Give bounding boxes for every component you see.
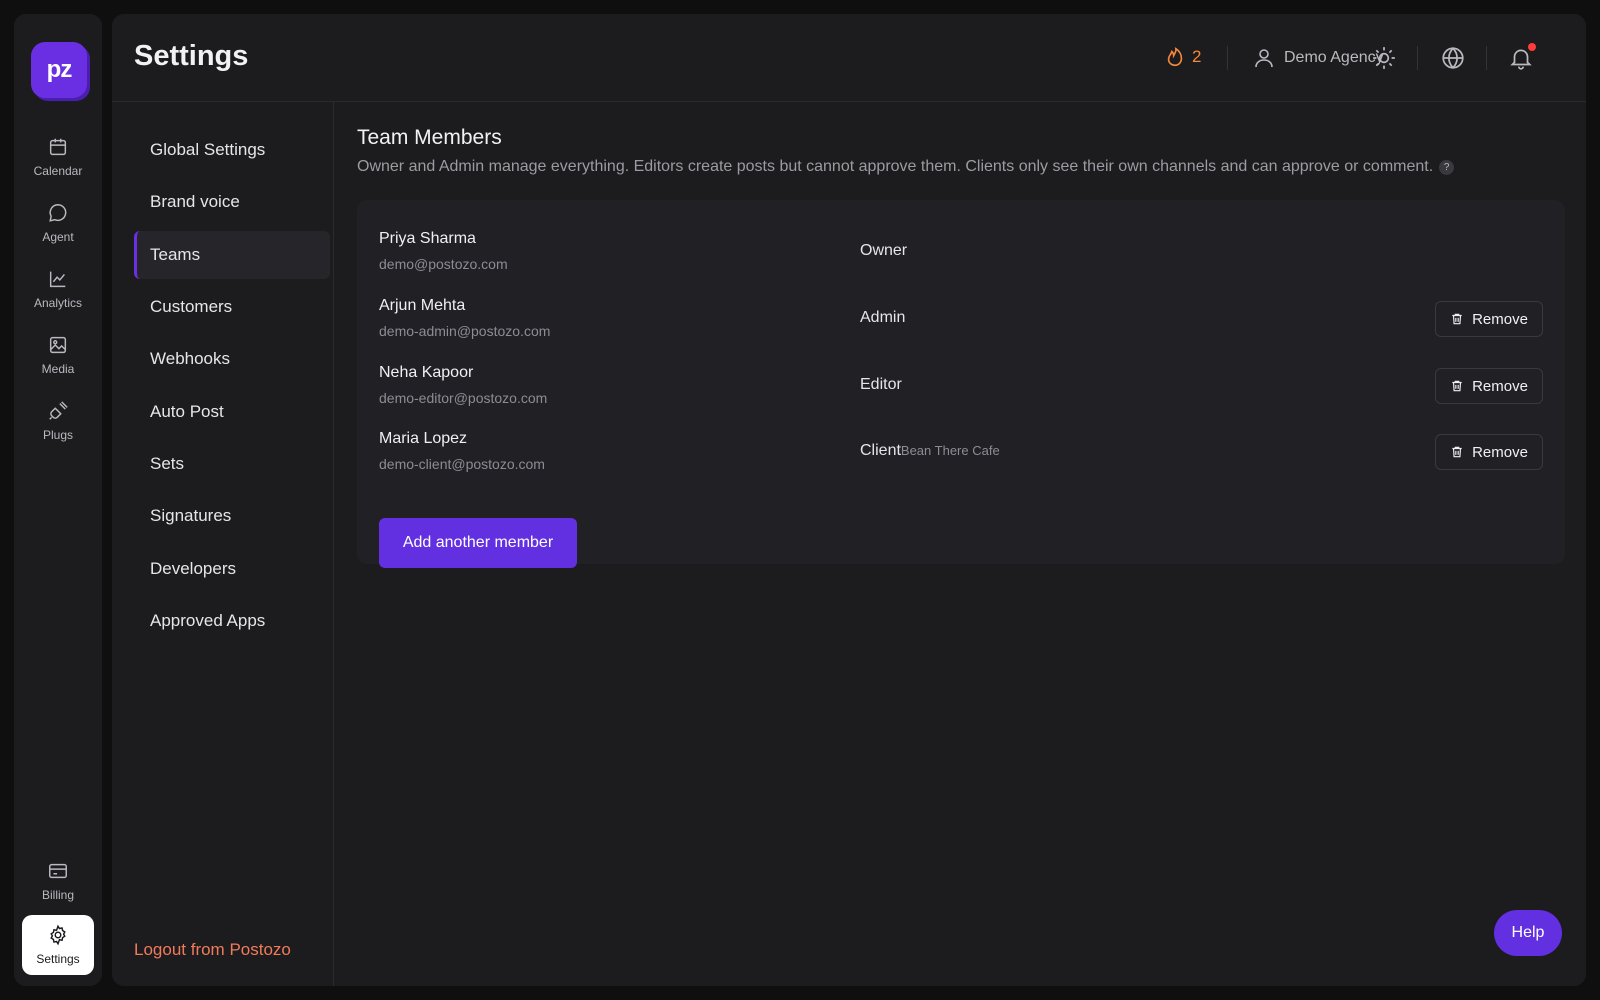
globe-icon <box>1442 46 1464 70</box>
member-role: ClientBean There Cafe <box>860 442 1000 460</box>
member-email: demo-editor@postozo.com <box>379 390 548 406</box>
member-role: Admin <box>860 309 905 327</box>
trash-icon <box>1452 446 1462 458</box>
settings-nav-customers[interactable]: Customers <box>134 283 330 331</box>
rail-label: Settings <box>36 952 80 966</box>
streak-counter[interactable]: 2 <box>1164 46 1201 68</box>
settings-nav-webhooks[interactable]: Webhooks <box>134 335 330 383</box>
member-row: Maria Lopez demo-client@postozo.com Clie… <box>379 430 1543 490</box>
gear-icon <box>50 924 66 946</box>
rail-item-analytics[interactable]: Analytics <box>22 260 94 318</box>
member-email: demo-admin@postozo.com <box>379 323 551 339</box>
settings-nav-sets[interactable]: Sets <box>134 440 330 488</box>
settings-nav-signatures[interactable]: Signatures <box>134 492 330 540</box>
account-name: Demo Agency <box>1284 49 1384 66</box>
calendar-icon <box>49 138 67 156</box>
app-logo[interactable]: pz <box>31 42 87 98</box>
rail-item-calendar[interactable]: Calendar <box>22 128 94 186</box>
settings-nav-global-settings[interactable]: Global Settings <box>134 126 330 174</box>
plug-icon <box>49 401 68 420</box>
logout-link[interactable]: Logout from Postozo <box>134 940 291 960</box>
chart-line-icon <box>49 271 66 288</box>
notification-dot <box>1528 43 1536 51</box>
remove-member-button[interactable]: Remove <box>1435 368 1543 404</box>
streak-count: 2 <box>1192 47 1202 66</box>
account-menu[interactable]: Demo Agency <box>1252 46 1384 70</box>
member-name: Priya Sharma <box>379 230 476 247</box>
client-name: Bean There Cafe <box>900 443 1000 458</box>
settings-nav: Global Settings Brand voice Teams Custom… <box>112 102 334 986</box>
member-email: demo-client@postozo.com <box>379 456 545 472</box>
role-label: Client <box>860 442 901 459</box>
help-tooltip-icon[interactable]: ? <box>1439 159 1455 175</box>
rail-label: Analytics <box>33 296 83 310</box>
sun-icon <box>1373 47 1395 69</box>
trash-icon <box>1452 380 1462 392</box>
divider <box>1227 46 1228 70</box>
settings-nav-teams[interactable]: Teams <box>134 231 330 279</box>
image-icon <box>49 336 67 354</box>
settings-nav-developers[interactable]: Developers <box>134 545 330 593</box>
member-name: Maria Lopez <box>379 430 468 447</box>
settings-nav-brand-voice[interactable]: Brand voice <box>134 178 330 226</box>
role-label: Owner <box>860 242 908 259</box>
divider <box>1417 46 1418 70</box>
add-member-button[interactable]: Add another member <box>379 518 577 568</box>
user-icon <box>1255 49 1273 68</box>
page-title: Settings <box>134 40 249 72</box>
member-row: Priya Sharma demo@postozo.com Owner <box>379 230 1543 290</box>
remove-label: Remove <box>1472 443 1528 461</box>
settings-nav-auto-post[interactable]: Auto Post <box>134 388 330 436</box>
help-button[interactable]: Help <box>1494 910 1562 956</box>
member-role: Owner <box>860 242 907 260</box>
member-name: Arjun Mehta <box>379 297 466 314</box>
description-text: Owner and Admin manage everything. Edito… <box>357 158 1434 175</box>
members-card: Priya Sharma demo@postozo.com Owner Arju… <box>357 200 1565 568</box>
rail-label: Calendar <box>33 164 83 178</box>
role-label: Admin <box>860 309 906 326</box>
divider <box>1486 46 1487 70</box>
flame-icon <box>1167 47 1183 67</box>
section-title: Team Members <box>357 126 502 149</box>
rail-label: Agent <box>42 230 74 244</box>
remove-member-button[interactable]: Remove <box>1435 434 1543 470</box>
role-label: Editor <box>860 376 902 393</box>
member-email: demo@postozo.com <box>379 256 508 272</box>
notifications-button[interactable] <box>1508 43 1536 71</box>
theme-toggle[interactable] <box>1371 45 1397 71</box>
remove-member-button[interactable]: Remove <box>1435 301 1543 337</box>
settings-nav-approved-apps[interactable]: Approved Apps <box>134 597 330 645</box>
rail-item-agent[interactable]: Agent <box>22 194 94 252</box>
member-row: Neha Kapoor demo-editor@postozo.com Edit… <box>379 364 1543 424</box>
rail-label: Media <box>41 362 75 376</box>
rail-label: Billing <box>41 888 74 902</box>
language-button[interactable] <box>1440 45 1466 71</box>
top-bar: Settings 2 Demo Agency <box>112 14 1586 102</box>
app-rail: pz Calendar Agent Analytics Media Plugs … <box>14 14 102 986</box>
member-row: Arjun Mehta demo-admin@postozo.com Admin… <box>379 297 1543 357</box>
trash-icon <box>1452 313 1462 325</box>
member-role: Editor <box>860 376 902 394</box>
remove-label: Remove <box>1472 377 1528 395</box>
rail-item-settings[interactable]: Settings <box>22 915 94 975</box>
rail-item-media[interactable]: Media <box>22 326 94 384</box>
remove-label: Remove <box>1472 310 1528 328</box>
credit-card-icon <box>49 863 67 879</box>
rail-item-plugs[interactable]: Plugs <box>22 392 94 450</box>
member-name: Neha Kapoor <box>379 364 474 381</box>
rail-label: Plugs <box>42 428 74 442</box>
logo-text: pz <box>46 56 73 83</box>
chat-bubble-icon <box>49 204 67 222</box>
main-panel: Settings 2 Demo Agency Global Settings B… <box>112 14 1586 986</box>
section-description: Owner and Admin manage everything. Edito… <box>357 158 1455 176</box>
rail-item-billing[interactable]: Billing <box>22 852 94 910</box>
